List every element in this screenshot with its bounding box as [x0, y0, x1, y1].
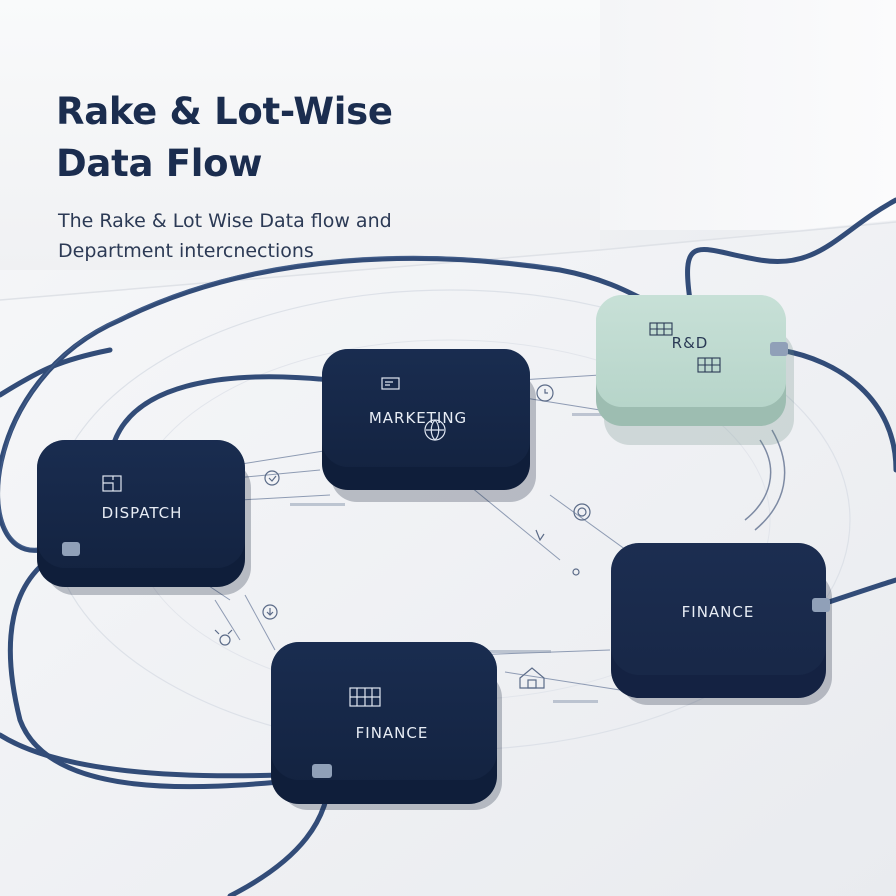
- node-label: R&D: [672, 334, 709, 352]
- diagram-canvas: Rake & Lot-Wise Data Flow The Rake & Lot…: [0, 0, 896, 896]
- cable-connector: [62, 542, 80, 556]
- cable-connector: [312, 764, 332, 778]
- node-dispatch[interactable]: DISPATCH: [37, 440, 251, 595]
- cable-connector: [812, 598, 830, 612]
- cable-connector: [770, 342, 788, 356]
- annotation-text-line: [290, 503, 345, 506]
- annotation-text-line: [553, 700, 598, 703]
- node-label: FINANCE: [682, 603, 755, 621]
- node-marketing[interactable]: MARKETING: [322, 349, 536, 502]
- node-finance-bottom[interactable]: FINANCE: [271, 642, 502, 810]
- node-gloss: [322, 349, 530, 467]
- node-label: MARKETING: [369, 409, 467, 427]
- node-finance-right[interactable]: FINANCE: [611, 543, 832, 705]
- node-gloss: [271, 642, 497, 780]
- annotation-text-line: [481, 650, 551, 653]
- node-label: DISPATCH: [102, 504, 183, 522]
- node-rnd[interactable]: R&D: [596, 295, 794, 445]
- node-label: FINANCE: [356, 724, 429, 742]
- flow-diagram: MARKETING R&D DISPATCH FINANCE FINANCE: [0, 197, 896, 896]
